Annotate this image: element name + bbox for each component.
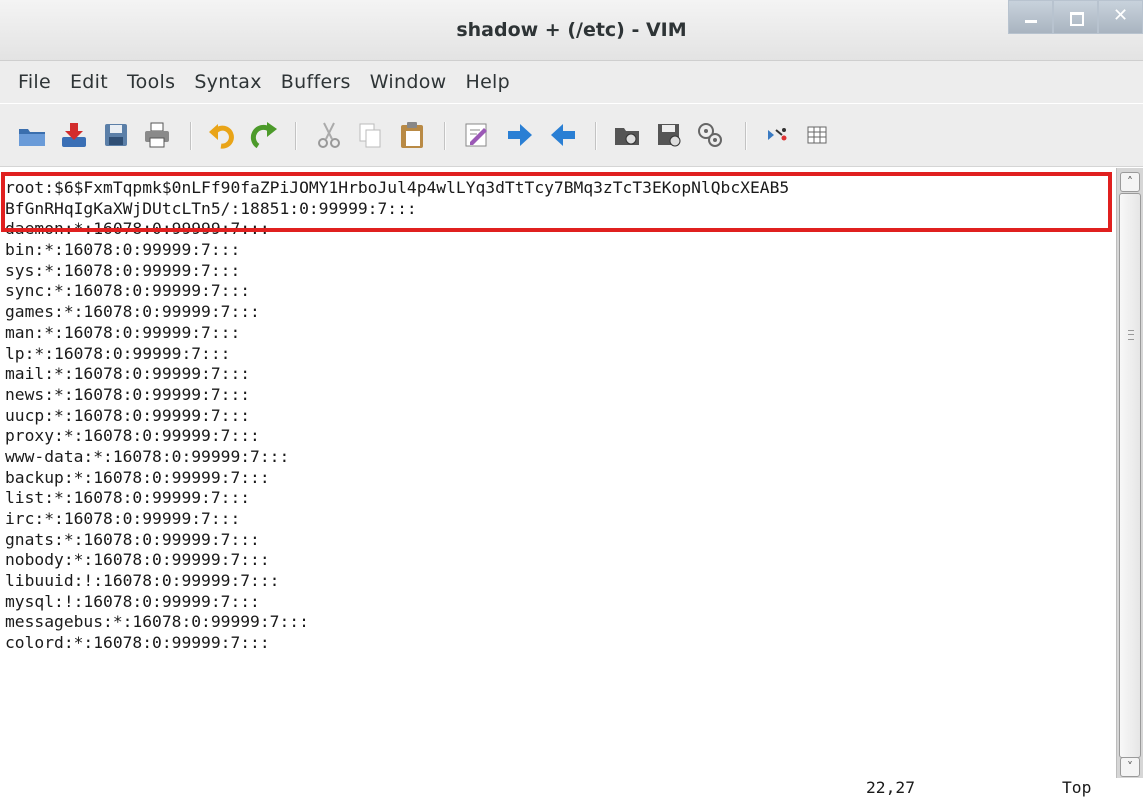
vertical-scrollbar[interactable]: ˄ ˅ — [1116, 168, 1143, 780]
buffer-line: messagebus:*:16078:0:99999:7::: — [5, 612, 309, 632]
run-script-icon[interactable] — [693, 118, 727, 152]
window-controls: ✕ — [1008, 0, 1143, 34]
maximize-button[interactable] — [1053, 0, 1098, 34]
title-bar[interactable]: shadow + (/etc) - VIM ✕ — [0, 0, 1143, 61]
toolbar — [0, 104, 1143, 167]
load-session-icon[interactable] — [610, 118, 644, 152]
grip-icon — [1128, 330, 1134, 340]
scrollbar-thumb[interactable] — [1119, 193, 1141, 758]
copy-icon[interactable] — [353, 118, 387, 152]
buffer-line: bin:*:16078:0:99999:7::: — [5, 240, 241, 260]
forward-arrow-icon[interactable] — [503, 118, 537, 152]
scroll-position: Top — [1062, 778, 1092, 797]
toolbar-separator — [745, 122, 747, 150]
buffer-line: mysql:!:16078:0:99999:7::: — [5, 591, 260, 611]
print-icon[interactable] — [140, 118, 174, 152]
menu-buffers[interactable]: Buffers — [281, 71, 351, 93]
menu-window[interactable]: Window — [370, 71, 447, 93]
toolbar-separator — [295, 122, 297, 150]
menu-file[interactable]: File — [18, 71, 51, 93]
buffer-line: mail:*:16078:0:99999:7::: — [5, 364, 251, 384]
save-session-icon[interactable] — [652, 118, 686, 152]
find-replace-icon[interactable] — [460, 118, 494, 152]
make-icon[interactable] — [760, 118, 794, 152]
menu-syntax[interactable]: Syntax — [194, 71, 261, 93]
minimize-button[interactable] — [1008, 0, 1053, 34]
paste-icon[interactable] — [395, 118, 429, 152]
menu-tools[interactable]: Tools — [127, 71, 175, 93]
buffer-line: man:*:16078:0:99999:7::: — [5, 322, 241, 342]
scroll-down-icon[interactable]: ˅ — [1120, 757, 1140, 777]
toolbar-separator — [595, 122, 597, 150]
buffer-line: sync:*:16078:0:99999:7::: — [5, 281, 251, 301]
menu-help[interactable]: Help — [465, 71, 510, 93]
redo-icon[interactable] — [247, 118, 281, 152]
open-icon[interactable] — [15, 118, 49, 152]
window-title: shadow + (/etc) - VIM — [456, 19, 687, 41]
buffer-line: news:*:16078:0:99999:7::: — [5, 384, 251, 404]
table-icon[interactable] — [800, 118, 834, 152]
cut-icon[interactable] — [312, 118, 346, 152]
buffer-line: colord:*:16078:0:99999:7::: — [5, 633, 270, 653]
buffer-line: nobody:*:16078:0:99999:7::: — [5, 550, 270, 570]
buffer-lines: root:$6$FxmTqpmk$0nLFf90faZPiJOMY1HrboJu… — [5, 178, 1113, 654]
highlight-annotation-box — [1, 172, 1112, 232]
undo-icon[interactable] — [205, 118, 239, 152]
buffer-line: backup:*:16078:0:99999:7::: — [5, 467, 270, 487]
back-arrow-icon[interactable] — [546, 118, 580, 152]
buffer-line: lp:*:16078:0:99999:7::: — [5, 343, 231, 363]
buffer-line: uucp:*:16078:0:99999:7::: — [5, 405, 251, 425]
buffer-line: libuuid:!:16078:0:99999:7::: — [5, 571, 280, 591]
scroll-up-icon[interactable]: ˄ — [1120, 172, 1140, 192]
cursor-position: 22,27 — [866, 778, 916, 797]
close-icon: ✕ — [1112, 5, 1129, 26]
buffer-line: gnats:*:16078:0:99999:7::: — [5, 529, 260, 549]
close-button[interactable]: ✕ — [1098, 0, 1143, 34]
buffer-line: games:*:16078:0:99999:7::: — [5, 302, 260, 322]
text-editor[interactable]: root:$6$FxmTqpmk$0nLFf90faZPiJOMY1HrboJu… — [0, 168, 1115, 778]
vim-status-line: 22,27 Top — [0, 778, 1143, 800]
save-icon[interactable] — [99, 118, 133, 152]
toolbar-separator — [190, 122, 192, 150]
save-download-icon[interactable] — [57, 118, 91, 152]
toolbar-separator — [444, 122, 446, 150]
buffer-line: www-data:*:16078:0:99999:7::: — [5, 446, 290, 466]
buffer-line: proxy:*:16078:0:99999:7::: — [5, 426, 260, 446]
buffer-line: list:*:16078:0:99999:7::: — [5, 488, 251, 508]
buffer-line: sys:*:16078:0:99999:7::: — [5, 260, 241, 280]
buffer-line: irc:*:16078:0:99999:7::: — [5, 509, 241, 528]
menu-bar: File Edit Tools Syntax Buffers Window He… — [0, 61, 1143, 103]
menu-edit[interactable]: Edit — [70, 71, 108, 93]
